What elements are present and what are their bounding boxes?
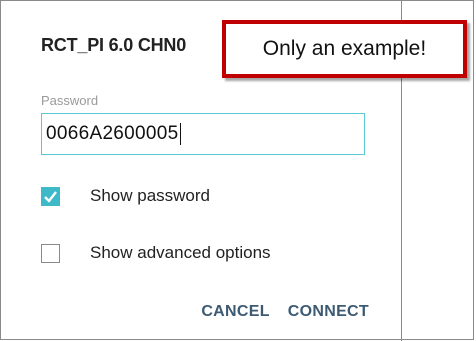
- show-password-toggle[interactable]: Show password: [41, 186, 210, 206]
- connect-button[interactable]: CONNECT: [288, 303, 369, 321]
- text-cursor: [179, 123, 182, 145]
- show-advanced-checkbox[interactable]: [41, 243, 60, 263]
- password-input[interactable]: 0066A2600005: [41, 113, 365, 155]
- password-value: 0066A2600005: [46, 123, 179, 144]
- check-icon: [44, 190, 57, 203]
- password-label: Password: [41, 93, 99, 108]
- show-password-label: Show password: [90, 186, 211, 205]
- show-password-checkbox[interactable]: [41, 186, 60, 206]
- dialog-actions: CANCEL CONNECT: [201, 303, 369, 321]
- network-title: RCT_PI 6.0 CHN0: [41, 35, 187, 55]
- show-advanced-toggle[interactable]: Show advanced options: [41, 243, 271, 263]
- cancel-button[interactable]: CANCEL: [201, 303, 269, 321]
- show-advanced-label: Show advanced options: [90, 243, 271, 262]
- callout-text: Only an example!: [262, 37, 427, 60]
- example-callout: Only an example!: [222, 20, 467, 78]
